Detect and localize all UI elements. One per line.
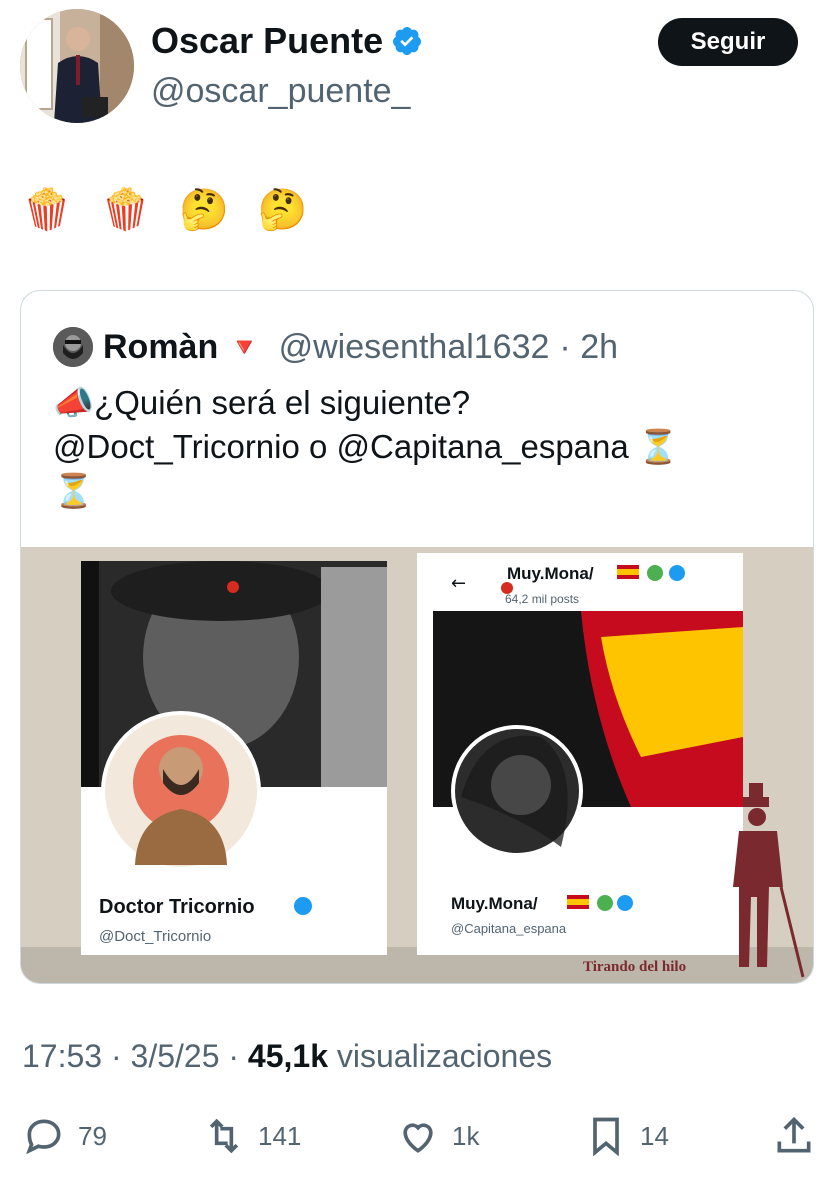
- reply-button[interactable]: 79: [22, 1114, 107, 1158]
- quoted-author-handle: @wiesenthal1632: [278, 327, 550, 366]
- tweet-text: 🍿 🍿 🤔 🤔: [22, 187, 316, 233]
- heart-icon: [403, 1123, 433, 1153]
- like-button[interactable]: 1k: [396, 1114, 479, 1158]
- separator-dot: ·: [110, 1038, 122, 1074]
- verified-badge-icon: [393, 27, 422, 55]
- action-bar: 79 141 1k 14: [22, 1114, 818, 1170]
- red-triangle-icon: 🔻: [228, 331, 261, 362]
- reply-count: 79: [78, 1120, 107, 1151]
- quoted-text-line2: @Doct_Tricornio o @Capitana_espana ⏳: [53, 428, 680, 465]
- separator-dot: ·: [228, 1038, 240, 1074]
- quoted-tweet-text: 📣¿Quién será el siguiente? @Doct_Tricorn…: [53, 381, 793, 513]
- left-card-handle: @Doct_Tricornio: [99, 928, 211, 945]
- reply-icon: [26, 1119, 61, 1155]
- author-avatar[interactable]: [20, 9, 134, 123]
- share-button[interactable]: [772, 1114, 816, 1158]
- right-card-handle: @Capitana_espana: [451, 921, 567, 936]
- author-name[interactable]: Oscar Puente: [151, 20, 423, 62]
- share-icon: [777, 1116, 811, 1153]
- tweet-time[interactable]: 17:53: [22, 1038, 102, 1074]
- bookmark-count: 14: [640, 1120, 669, 1151]
- like-count: 1k: [452, 1120, 480, 1151]
- author-handle[interactable]: @oscar_puente_: [151, 72, 410, 111]
- author-name-text: Oscar Puente: [151, 20, 384, 61]
- left-card-name: Doctor Tricornio: [99, 896, 255, 918]
- quoted-media-illustration: Doctor Tricornio @Doct_Tricornio ← Muy.M…: [21, 547, 813, 983]
- right-card-top-name: Muy.Mona/: [507, 564, 594, 583]
- quoted-tweet-header: Romàn 🔻 @wiesenthal1632 · 2h: [53, 325, 618, 369]
- quoted-media-image[interactable]: Doctor Tricornio @Doct_Tricornio ← Muy.M…: [21, 547, 813, 983]
- quoted-author-avatar[interactable]: [53, 327, 93, 367]
- quoted-tweet[interactable]: Romàn 🔻 @wiesenthal1632 · 2h 📣¿Quién ser…: [20, 290, 814, 984]
- quoted-timestamp: · 2h: [559, 327, 619, 366]
- views-label: visualizaciones: [336, 1038, 553, 1074]
- views-count: 45,1k: [247, 1038, 328, 1074]
- quoted-text-line1: 📣¿Quién será el siguiente?: [53, 384, 471, 421]
- quoted-author-name[interactable]: Romàn: [103, 328, 218, 367]
- image-caption: Tirando del hilo: [583, 959, 686, 975]
- tweet-meta: 17:53 · 3/5/25 · 45,1k visualizaciones: [22, 1038, 552, 1075]
- repost-icon: [209, 1118, 239, 1154]
- right-card-name: Muy.Mona/: [451, 894, 538, 913]
- tweet-date[interactable]: 3/5/25: [131, 1038, 220, 1074]
- back-arrow-icon: ←: [451, 573, 466, 594]
- right-card-posts: 64,2 mil posts: [505, 592, 579, 606]
- bookmark-icon: [593, 1117, 619, 1157]
- repost-button[interactable]: 141: [202, 1114, 301, 1158]
- repost-count: 141: [258, 1120, 302, 1151]
- quoted-text-line3: ⏳: [53, 472, 95, 509]
- follow-button[interactable]: Seguir: [658, 18, 798, 66]
- bookmark-button[interactable]: 14: [584, 1114, 669, 1158]
